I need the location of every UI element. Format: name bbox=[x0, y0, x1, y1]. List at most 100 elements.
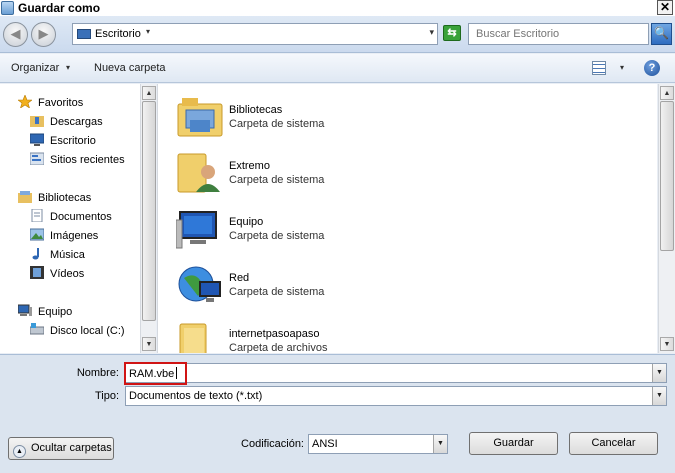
sidebar-item-label: Sitios recientes bbox=[50, 154, 125, 166]
sidebar-group-label: Bibliotecas bbox=[38, 192, 92, 204]
scroll-up-button[interactable]: ▲ bbox=[142, 86, 156, 100]
scroll-down-button[interactable]: ▼ bbox=[142, 337, 156, 351]
organize-menu[interactable]: Organizar bbox=[11, 62, 59, 74]
search-icon[interactable]: 🔍 bbox=[651, 23, 672, 45]
chevron-up-icon: ▲ bbox=[13, 445, 26, 458]
app-icon bbox=[1, 1, 14, 15]
sidebar-item-imagenes[interactable]: Imágenes bbox=[30, 228, 98, 246]
command-toolbar: Organizar ▾ Nueva carpeta ▾ ? bbox=[0, 54, 675, 83]
sidebar-item-documentos[interactable]: Documentos bbox=[30, 209, 112, 227]
hide-folders-label: Ocultar carpetas bbox=[31, 442, 112, 454]
sidebar-item-disco-local[interactable]: Disco local (C:) bbox=[30, 323, 125, 341]
file-name-field[interactable]: RAM.vbe ▼ bbox=[125, 363, 667, 383]
sidebar-item-label: Escritorio bbox=[50, 135, 96, 147]
breadcrumb-arrow-icon[interactable]: ▾ bbox=[146, 27, 150, 36]
file-type: Carpeta de sistema bbox=[229, 286, 325, 298]
list-item[interactable]: internetpasoapaso Carpeta de archivos bbox=[176, 312, 476, 353]
file-name-label: Nombre: bbox=[76, 367, 119, 379]
hide-folders-button[interactable]: ▲ Ocultar carpetas bbox=[8, 437, 114, 460]
sidebar-item-label: Vídeos bbox=[50, 268, 85, 280]
desktop-icon bbox=[30, 133, 44, 146]
list-item[interactable]: Bibliotecas Carpeta de sistema bbox=[176, 88, 476, 144]
forward-button[interactable]: ▶ bbox=[31, 22, 56, 47]
sidebar-item-videos[interactable]: Vídeos bbox=[30, 266, 84, 284]
recent-places-icon bbox=[30, 152, 44, 165]
cancel-button[interactable]: Cancelar bbox=[569, 432, 658, 455]
sidebar-group-computer[interactable]: Equipo bbox=[18, 304, 72, 322]
encoding-select[interactable]: ANSI ▼ bbox=[308, 434, 448, 454]
search-input[interactable] bbox=[468, 23, 649, 45]
sidebar-item-musica[interactable]: Música bbox=[30, 247, 85, 265]
file-list-scrollbar[interactable]: ▲ ▼ bbox=[658, 84, 675, 353]
sidebar-group-label: Favoritos bbox=[38, 97, 84, 109]
file-name-dropdown-icon[interactable]: ▼ bbox=[652, 364, 666, 382]
file-type-dropdown-icon[interactable]: ▼ bbox=[652, 387, 666, 405]
file-type-select[interactable]: Documentos de texto (*.txt) ▼ bbox=[125, 386, 667, 406]
close-button[interactable]: ✕ bbox=[657, 0, 673, 15]
file-type-value: Documentos de texto (*.txt) bbox=[129, 390, 263, 402]
computer-icon bbox=[176, 211, 217, 249]
list-item[interactable]: Equipo Carpeta de sistema bbox=[176, 200, 476, 256]
documents-icon bbox=[31, 209, 43, 222]
back-button[interactable]: ◀ bbox=[3, 22, 28, 47]
encoding-dropdown-icon[interactable]: ▼ bbox=[433, 435, 447, 453]
window-title: Guardar como bbox=[18, 1, 101, 15]
sidebar-item-label: Descargas bbox=[50, 116, 103, 128]
file-type: Carpeta de sistema bbox=[229, 230, 325, 242]
scroll-down-button[interactable]: ▼ bbox=[660, 337, 674, 351]
navigation-pane: Favoritos Descargas Escritorio Sitios re… bbox=[0, 84, 140, 353]
sidebar-item-escritorio[interactable]: Escritorio bbox=[30, 133, 96, 151]
sidebar-item-label: Disco local (C:) bbox=[50, 325, 125, 337]
file-type: Carpeta de archivos bbox=[229, 342, 328, 353]
sidebar-item-label: Música bbox=[50, 249, 85, 261]
sidebar-group-libraries[interactable]: Bibliotecas bbox=[18, 190, 91, 208]
computer-icon bbox=[18, 304, 32, 316]
address-dropdown-icon[interactable]: ▾ bbox=[429, 27, 434, 38]
refresh-button[interactable]: ⇆ bbox=[443, 25, 461, 41]
desktop-icon bbox=[77, 29, 91, 39]
list-item[interactable]: Red Carpeta de sistema bbox=[176, 256, 476, 312]
file-name-highlight bbox=[124, 362, 187, 385]
file-type: Carpeta de sistema bbox=[229, 174, 325, 186]
sidebar-item-descargas[interactable]: Descargas bbox=[30, 114, 103, 132]
scroll-thumb[interactable] bbox=[660, 101, 674, 251]
help-icon[interactable]: ? bbox=[644, 60, 660, 76]
hard-drive-icon bbox=[30, 323, 44, 335]
encoding-value: ANSI bbox=[312, 438, 338, 450]
scroll-up-button[interactable]: ▲ bbox=[660, 86, 674, 100]
file-type-label: Tipo: bbox=[94, 390, 119, 402]
sidebar-item-label: Documentos bbox=[50, 211, 112, 223]
views-icon[interactable] bbox=[592, 61, 606, 75]
sidebar-item-label: Imágenes bbox=[50, 230, 99, 242]
sidebar-group-favorites[interactable]: Favoritos bbox=[18, 95, 83, 113]
sidebar-group-label: Equipo bbox=[38, 306, 73, 318]
encoding-label: Codificación: bbox=[241, 438, 304, 450]
file-name: Bibliotecas bbox=[229, 104, 283, 116]
file-list: Bibliotecas Carpeta de sistema Extremo C… bbox=[157, 84, 657, 353]
navigation-bar: ◀ ▶ Escritorio ▾ ▾ ⇆ 🔍 bbox=[0, 16, 675, 53]
views-chevron-icon[interactable]: ▾ bbox=[620, 63, 624, 72]
music-icon bbox=[32, 248, 39, 260]
address-bar[interactable]: Escritorio ▾ ▾ bbox=[72, 23, 438, 45]
network-globe-icon bbox=[178, 266, 221, 302]
libraries-icon bbox=[18, 191, 32, 203]
file-name: Equipo bbox=[229, 216, 264, 228]
downloads-folder-icon bbox=[30, 116, 44, 127]
list-item[interactable]: Extremo Carpeta de sistema bbox=[176, 144, 476, 200]
videos-icon bbox=[30, 266, 44, 279]
file-name: Red bbox=[229, 272, 250, 284]
save-button[interactable]: Guardar bbox=[469, 432, 558, 455]
new-folder-button[interactable]: Nueva carpeta bbox=[94, 62, 166, 74]
folder-icon bbox=[179, 323, 207, 353]
navigation-pane-scrollbar[interactable]: ▲ ▼ bbox=[140, 84, 156, 353]
file-name: internetpasoapaso bbox=[229, 328, 320, 340]
file-name: Extremo bbox=[229, 160, 270, 172]
organize-chevron-icon[interactable]: ▾ bbox=[66, 63, 70, 72]
breadcrumb-escritorio[interactable]: Escritorio bbox=[95, 28, 141, 40]
scroll-thumb[interactable] bbox=[142, 101, 156, 321]
star-icon bbox=[18, 95, 32, 108]
pictures-icon bbox=[30, 228, 44, 241]
sidebar-item-sitios-recientes[interactable]: Sitios recientes bbox=[30, 152, 125, 170]
file-type: Carpeta de sistema bbox=[229, 118, 325, 130]
user-folder-icon bbox=[177, 153, 220, 193]
